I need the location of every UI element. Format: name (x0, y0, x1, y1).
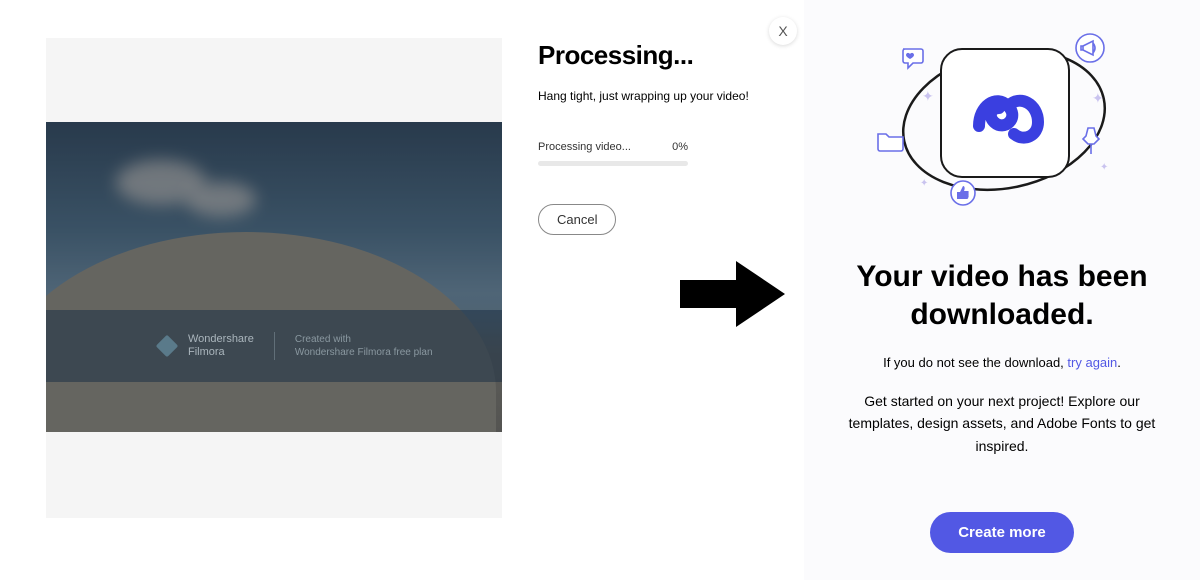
close-button[interactable]: X (769, 17, 797, 45)
megaphone-icon (1074, 32, 1106, 64)
watermark-caption-2: Wondershare Filmora free plan (295, 347, 433, 358)
filmora-logo-icon (156, 335, 178, 357)
progress-row: Processing video... 0% (538, 141, 688, 153)
download-illustration: ✦ ✦ ✦ ✦ (882, 30, 1122, 218)
watermark-brand-2: Filmora (188, 346, 254, 359)
thumbs-up-icon (950, 180, 976, 206)
downloaded-title: Your video has been downloaded. (828, 258, 1176, 333)
pin-icon (1080, 126, 1102, 156)
close-icon: X (778, 23, 787, 39)
processing-title: Processing... (538, 40, 778, 71)
downloaded-panel: ✦ ✦ ✦ ✦ Your video has been downloaded. … (804, 0, 1200, 580)
speech-heart-icon (900, 46, 926, 70)
downloaded-note: If you do not see the download, try agai… (828, 355, 1176, 370)
sparkle-icon: ✦ (922, 88, 934, 105)
progress-bar (538, 161, 688, 166)
watermark-brand-1: Wondershare (188, 333, 254, 346)
create-more-button[interactable]: Create more (930, 512, 1074, 553)
note-prefix: If you do not see the download, (883, 355, 1067, 370)
loop-logo-icon (964, 78, 1046, 148)
cancel-button[interactable]: Cancel (538, 204, 616, 235)
watermark-caption-1: Created with (295, 334, 433, 345)
processing-panel: Wondershare Filmora Created with Wonders… (46, 38, 502, 518)
note-suffix: . (1117, 355, 1121, 370)
processing-subtitle: Hang tight, just wrapping up your video! (538, 89, 778, 103)
folder-icon (876, 128, 906, 152)
processing-status: Processing... Hang tight, just wrapping … (538, 40, 778, 235)
video-preview: Wondershare Filmora Created with Wonders… (46, 122, 502, 432)
filmora-logo: Wondershare Filmora (156, 333, 254, 359)
try-again-link[interactable]: try again (1067, 355, 1117, 370)
sparkle-icon: ✦ (1100, 162, 1108, 173)
sparkle-icon: ✦ (920, 178, 928, 189)
progress-label: Processing video... (538, 141, 631, 153)
progress-percent: 0% (672, 141, 688, 153)
downloaded-description: Get started on your next project! Explor… (828, 390, 1176, 457)
sparkle-icon: ✦ (1092, 90, 1104, 107)
watermark-band: Wondershare Filmora Created with Wonders… (46, 310, 502, 382)
watermark-divider (274, 332, 275, 360)
arrow-icon (680, 258, 785, 330)
